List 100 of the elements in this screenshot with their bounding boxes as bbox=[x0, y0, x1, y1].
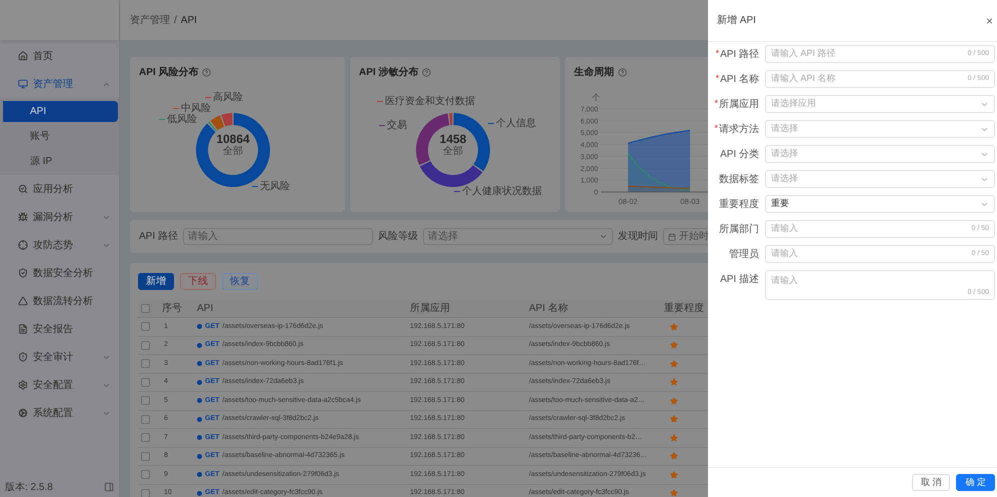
help-icon[interactable] bbox=[202, 68, 212, 77]
required-mark: * bbox=[716, 72, 720, 86]
nav-item[interactable]: 数据流转分析 bbox=[0, 287, 119, 315]
help-icon[interactable] bbox=[618, 68, 627, 77]
star-icon bbox=[670, 470, 678, 479]
checkbox[interactable] bbox=[141, 452, 150, 461]
star-icon bbox=[670, 322, 678, 331]
field-label: 管理员 bbox=[729, 248, 759, 262]
field-label: 所属部门 bbox=[719, 222, 759, 236]
slice-label: 高风险 bbox=[205, 92, 243, 103]
calendar-icon bbox=[668, 232, 676, 240]
slice-label: 个人健康状况数据 bbox=[454, 186, 542, 197]
select-field[interactable]: 请选择 bbox=[422, 228, 613, 245]
star-icon bbox=[670, 341, 678, 350]
action-button[interactable]: 下线 bbox=[180, 273, 216, 290]
nav-icon bbox=[18, 79, 28, 89]
card-title: API 风险分布 bbox=[139, 66, 198, 80]
nav-icon bbox=[18, 212, 28, 222]
star-icon bbox=[670, 378, 678, 386]
footer-button[interactable]: 确 定 bbox=[956, 474, 995, 491]
required-mark: * bbox=[716, 47, 720, 60]
checkbox[interactable] bbox=[141, 433, 150, 442]
field-label: 所属应用 bbox=[719, 98, 759, 112]
checkbox[interactable] bbox=[141, 470, 150, 480]
column-header: API bbox=[196, 302, 214, 316]
legend-line-icon bbox=[377, 101, 383, 102]
slice-label: 个人信息 bbox=[488, 118, 536, 129]
checkbox[interactable] bbox=[141, 488, 150, 497]
nav-icon bbox=[18, 296, 28, 306]
action-button[interactable]: 新增 bbox=[138, 273, 174, 290]
legend-line-icon bbox=[173, 108, 179, 109]
submenu-item[interactable]: 账号 bbox=[0, 126, 119, 147]
required-mark: * bbox=[714, 97, 718, 110]
field-label: API 分类 bbox=[720, 148, 759, 162]
required-mark: * bbox=[714, 122, 718, 136]
slice-label: 无风险 bbox=[252, 181, 290, 192]
breadcrumb-item: API bbox=[180, 14, 197, 28]
nav-item[interactable]: 数据安全分析 bbox=[0, 259, 119, 287]
checkbox[interactable] bbox=[141, 396, 150, 406]
star-icon bbox=[670, 415, 678, 424]
close-button[interactable]: × bbox=[986, 14, 993, 26]
submenu-item[interactable]: 源 IP bbox=[0, 151, 119, 172]
total-label: 全部 bbox=[223, 146, 243, 158]
field-label: 请求方法 bbox=[719, 122, 759, 136]
breadcrumb-item[interactable]: 资产管理 bbox=[130, 12, 170, 28]
field-label: 数据标签 bbox=[719, 172, 759, 186]
field-label: API 路径 bbox=[720, 48, 759, 62]
checkbox[interactable] bbox=[141, 359, 150, 368]
nav-item[interactable]: 安全报告 bbox=[0, 315, 119, 343]
nav-item[interactable]: 漏洞分析 bbox=[0, 203, 119, 231]
nav-item[interactable]: 首页 bbox=[0, 42, 119, 70]
checkbox[interactable] bbox=[141, 378, 150, 387]
version-text: 版本: 2.5.8 bbox=[5, 480, 53, 494]
submenu-item[interactable]: API bbox=[3, 101, 118, 122]
nav-item[interactable]: 安全审计 bbox=[0, 343, 119, 371]
nav-icon bbox=[18, 324, 28, 334]
action-button[interactable]: 恢复 bbox=[222, 273, 258, 290]
footer-button[interactable]: 取 消 bbox=[912, 474, 950, 491]
help-icon[interactable] bbox=[422, 68, 432, 77]
legend-line-icon bbox=[379, 125, 385, 126]
slice-label: 交易 bbox=[379, 120, 407, 131]
checkbox[interactable] bbox=[141, 340, 150, 350]
checkbox[interactable] bbox=[141, 322, 150, 332]
star-icon bbox=[670, 396, 678, 405]
card-title: 生命周期 bbox=[574, 66, 614, 80]
checkbox[interactable] bbox=[141, 304, 150, 313]
nav-item[interactable]: 安全配置 bbox=[0, 371, 119, 399]
slice-label: 中风险 bbox=[173, 103, 211, 114]
select-field[interactable]: 重要 bbox=[765, 195, 995, 213]
nav-item[interactable]: 系统配置 bbox=[0, 399, 119, 427]
filter-label: API 路径 bbox=[139, 230, 178, 244]
slice-label: 医疗资金和支付数据 bbox=[377, 96, 475, 107]
column-header: 重要程度 bbox=[663, 302, 702, 316]
legend-line-icon bbox=[454, 191, 460, 192]
nav-icon bbox=[18, 240, 28, 250]
field-label: API 名称 bbox=[720, 72, 759, 86]
select-field[interactable]: 请选择 bbox=[765, 145, 995, 163]
nav-icon bbox=[18, 268, 28, 278]
checkbox[interactable] bbox=[141, 414, 150, 424]
nav-item[interactable]: 资产管理 bbox=[0, 70, 119, 98]
select-field[interactable]: 请选择 bbox=[765, 120, 995, 138]
nav-item[interactable]: 应用分析 bbox=[0, 175, 119, 203]
field-label: API 描述 bbox=[720, 272, 759, 286]
legend-line-icon bbox=[252, 186, 258, 187]
input-field[interactable]: 请输入 bbox=[182, 228, 373, 245]
breadcrumb-item: / bbox=[174, 14, 177, 28]
nav-item[interactable]: 攻防态势 bbox=[0, 231, 119, 259]
total-count: 10864 bbox=[216, 132, 250, 146]
select-field[interactable]: 请选择 bbox=[765, 170, 995, 188]
field-label: 重要程度 bbox=[719, 198, 759, 212]
axis-unit: 个 bbox=[592, 93, 600, 102]
nav-icon bbox=[18, 184, 28, 194]
legend-line-icon bbox=[488, 123, 494, 124]
drawer-title: 新增 API bbox=[717, 14, 756, 28]
nav-icon bbox=[18, 352, 28, 362]
slice-label: 低风险 bbox=[159, 114, 197, 125]
select-field[interactable]: 请选择应用 bbox=[765, 95, 995, 113]
collapse-icon[interactable] bbox=[104, 482, 114, 492]
card-title: API 涉敏分布 bbox=[359, 66, 418, 80]
nav-icon bbox=[18, 51, 28, 61]
